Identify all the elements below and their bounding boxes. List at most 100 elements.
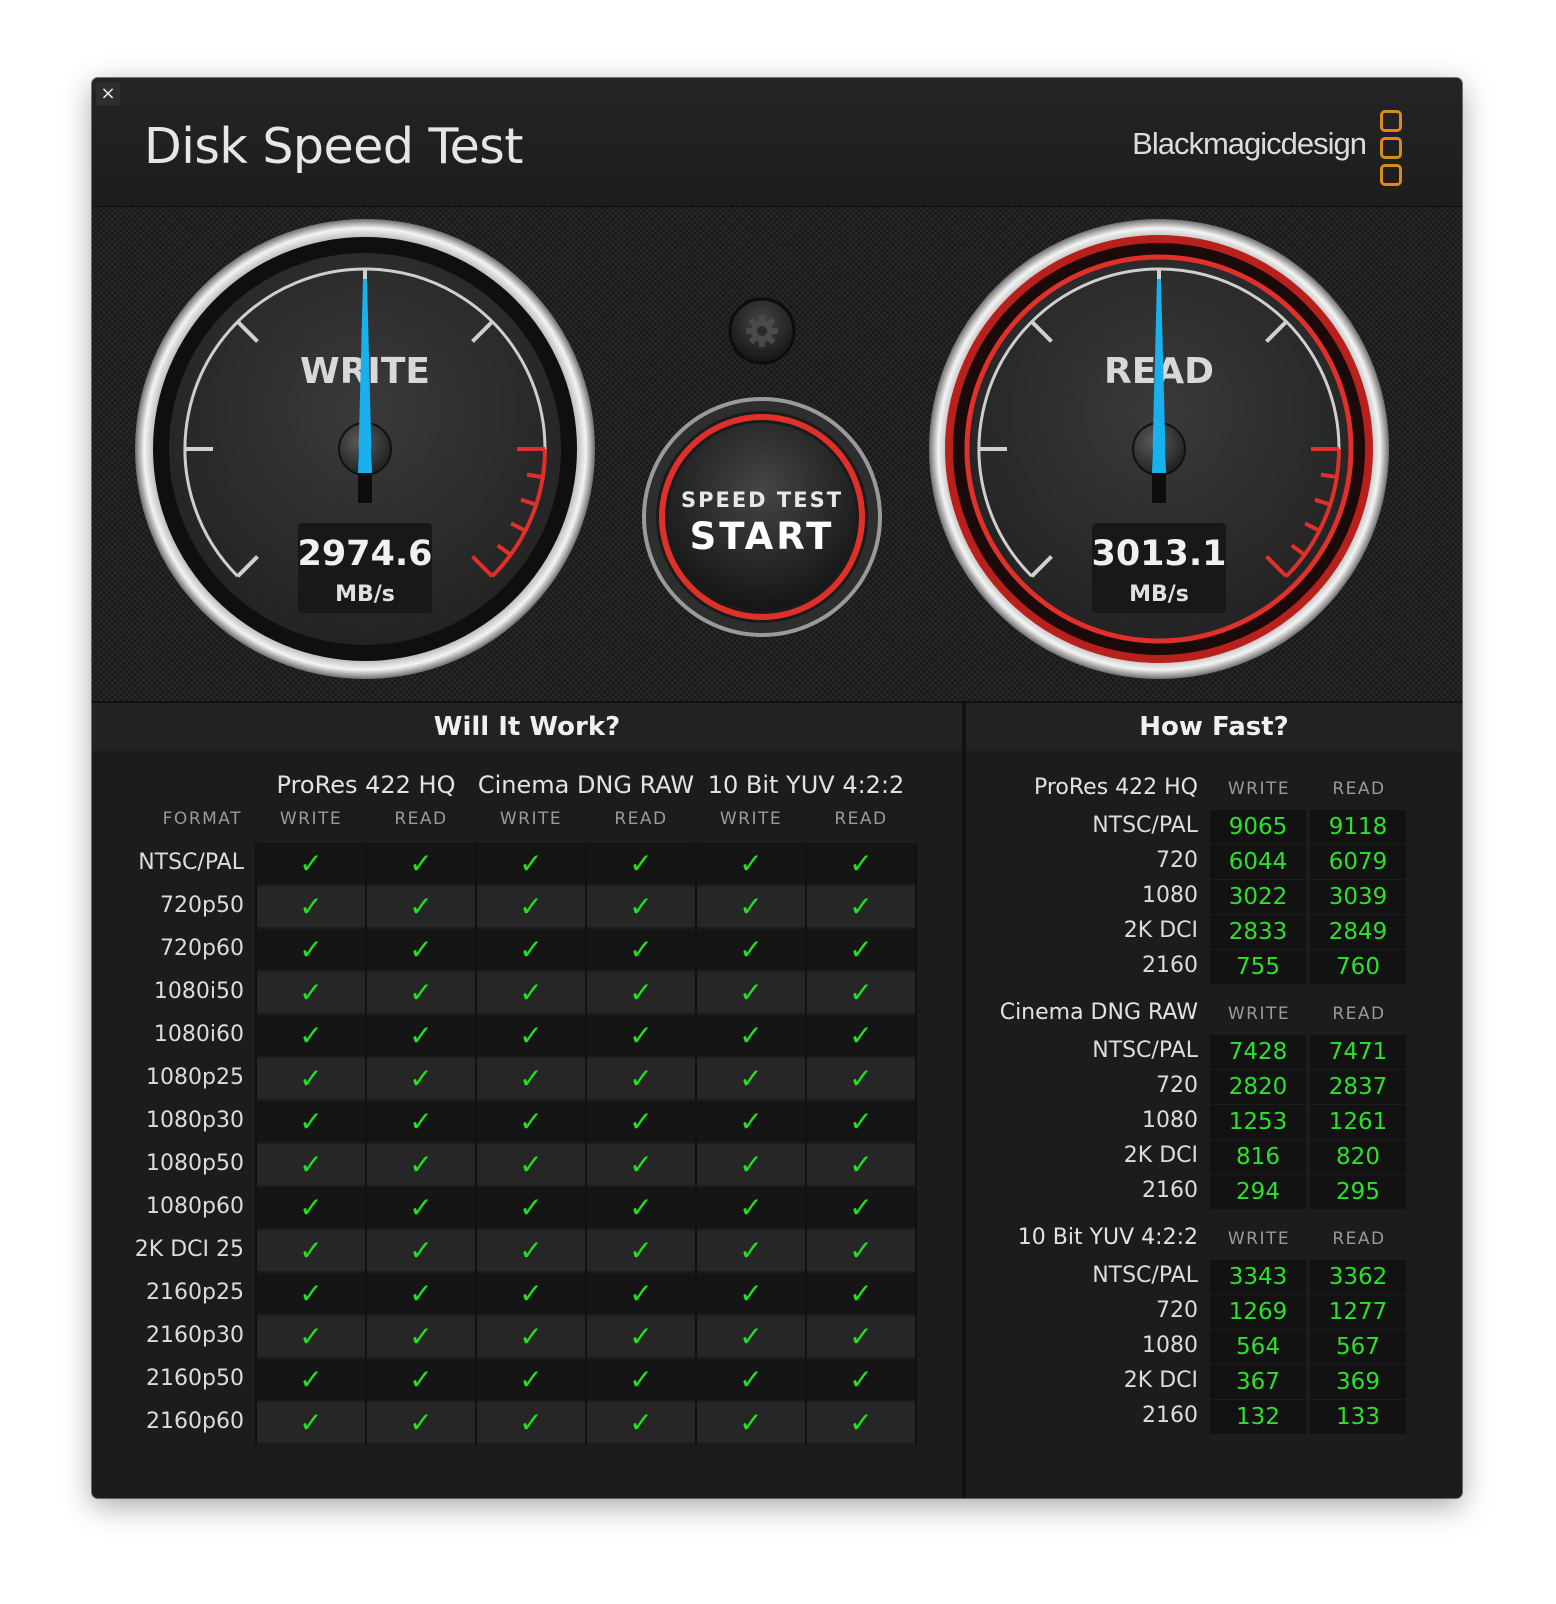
how-fast-write-value: 6044	[1228, 849, 1288, 875]
check-icon: ✓	[629, 1019, 653, 1052]
check-icon: ✓	[409, 1277, 433, 1310]
how-fast-write-value: 2820	[1228, 1074, 1288, 1100]
compat-cell: ✓	[367, 972, 475, 1013]
how-fast-codec-header: 10 Bit YUV 4:2:2	[1017, 1225, 1198, 1250]
how-fast-panel: ProRes 422 HQ WRITE READ NTSC/PAL 9065 9118 72…	[966, 751, 1462, 1498]
check-icon: ✓	[849, 890, 873, 923]
will-it-work-title: Will It Work?	[92, 703, 962, 751]
how-fast-write-value: 3343	[1228, 1264, 1288, 1290]
compat-cell: ✓	[587, 1273, 695, 1314]
check-icon: ✓	[849, 1234, 873, 1267]
check-icon: ✓	[849, 1105, 873, 1138]
compat-cell: ✓	[587, 1187, 695, 1228]
compat-cell: ✓	[587, 929, 695, 970]
how-fast-cell: 9065	[1210, 810, 1306, 844]
compat-cell: ✓	[807, 843, 915, 884]
compat-cell: ✓	[807, 1316, 915, 1357]
how-fast-write-value: 755	[1236, 954, 1280, 980]
how-fast-codec-header: ProRes 422 HQ	[1033, 775, 1198, 800]
check-icon: ✓	[739, 1019, 763, 1052]
how-fast-row-label: 2K DCI	[1123, 918, 1198, 943]
check-icon: ✓	[739, 976, 763, 1009]
compat-cell: ✓	[587, 1015, 695, 1056]
compat-cell: ✓	[697, 1316, 805, 1357]
how-fast-read-header: READ	[1332, 779, 1386, 799]
how-fast-read-value: 3039	[1328, 884, 1388, 910]
compat-cell: ✓	[697, 1402, 805, 1443]
how-fast-cell: 2849	[1310, 915, 1406, 949]
how-fast-write-value: 1253	[1228, 1109, 1288, 1135]
check-icon: ✓	[409, 933, 433, 966]
start-button-label-main: START	[690, 515, 835, 558]
how-fast-cell: 3039	[1310, 880, 1406, 914]
write-subheader: WRITE	[279, 809, 343, 829]
gauge-red-tick	[1320, 472, 1338, 480]
check-icon: ✓	[739, 933, 763, 966]
how-fast-read-value: 1277	[1328, 1299, 1388, 1325]
check-icon: ✓	[739, 1105, 763, 1138]
column-separator	[695, 843, 697, 1445]
compat-cell: ✓	[697, 1144, 805, 1185]
format-row-label: 2K DCI 25	[134, 1237, 244, 1262]
compat-cell: ✓	[477, 1230, 585, 1271]
check-icon: ✓	[299, 1363, 323, 1396]
compat-cell: ✓	[257, 1187, 365, 1228]
compat-cell: ✓	[257, 1101, 365, 1142]
compat-cell: ✓	[367, 1402, 475, 1443]
format-row-label: 2160p30	[146, 1323, 244, 1348]
how-fast-write-value: 816	[1236, 1144, 1280, 1170]
how-fast-write-value: 1269	[1228, 1299, 1288, 1325]
compat-cell: ✓	[477, 1273, 585, 1314]
compat-cell: ✓	[257, 1273, 365, 1314]
compat-cell: ✓	[697, 1015, 805, 1056]
check-icon: ✓	[739, 1234, 763, 1267]
how-fast-cell: 2820	[1210, 1070, 1306, 1104]
check-icon: ✓	[849, 1277, 873, 1310]
compat-cell: ✓	[257, 886, 365, 927]
check-icon: ✓	[519, 1320, 543, 1353]
how-fast-cell: 760	[1310, 950, 1406, 984]
how-fast-row-label: 720	[1156, 1298, 1198, 1323]
how-fast-row-label: 2K DCI	[1123, 1368, 1198, 1393]
compat-cell: ✓	[367, 1316, 475, 1357]
how-fast-cell: 816	[1210, 1140, 1306, 1174]
check-icon: ✓	[629, 847, 653, 880]
codec-header: Cinema DNG RAW	[477, 771, 695, 799]
check-icon: ✓	[519, 1406, 543, 1439]
check-icon: ✓	[849, 933, 873, 966]
compat-cell: ✓	[477, 972, 585, 1013]
compat-cell: ✓	[807, 1015, 915, 1056]
write-subheader: WRITE	[719, 809, 783, 829]
gear-icon	[746, 315, 778, 347]
how-fast-read-value: 760	[1336, 954, 1380, 980]
check-icon: ✓	[299, 1277, 323, 1310]
compat-cell: ✓	[367, 1273, 475, 1314]
check-icon: ✓	[409, 1363, 433, 1396]
how-fast-cell: 295	[1310, 1175, 1406, 1209]
how-fast-read-value: 6079	[1328, 849, 1388, 875]
how-fast-cell: 6044	[1210, 845, 1306, 879]
gauges-svg: WRITE 2974.6 MB/s READ 3013.1 MB/s	[135, 219, 1389, 679]
compat-cell: ✓	[807, 1230, 915, 1271]
check-icon: ✓	[849, 1062, 873, 1095]
check-icon: ✓	[299, 1234, 323, 1267]
how-fast-cell: 294	[1210, 1175, 1306, 1209]
close-button[interactable]: ×	[96, 82, 120, 106]
settings-button[interactable]	[728, 297, 796, 365]
compat-cell: ✓	[367, 1144, 475, 1185]
check-icon: ✓	[299, 1148, 323, 1181]
compat-cell: ✓	[587, 972, 695, 1013]
compat-cell: ✓	[697, 886, 805, 927]
how-fast-row-label: NTSC/PAL	[1092, 1038, 1198, 1063]
how-fast-write-value: 132	[1236, 1404, 1280, 1430]
compat-cell: ✓	[257, 972, 365, 1013]
check-icon: ✓	[629, 1406, 653, 1439]
how-fast-row-label: 720	[1156, 848, 1198, 873]
app-title: Disk Speed Test	[144, 118, 524, 175]
check-icon: ✓	[409, 847, 433, 880]
speed-test-start-button[interactable]: SPEED TEST START	[642, 397, 882, 637]
how-fast-cell: 133	[1310, 1400, 1406, 1434]
check-icon: ✓	[849, 1191, 873, 1224]
compat-cell: ✓	[587, 1359, 695, 1400]
compat-cell: ✓	[807, 886, 915, 927]
